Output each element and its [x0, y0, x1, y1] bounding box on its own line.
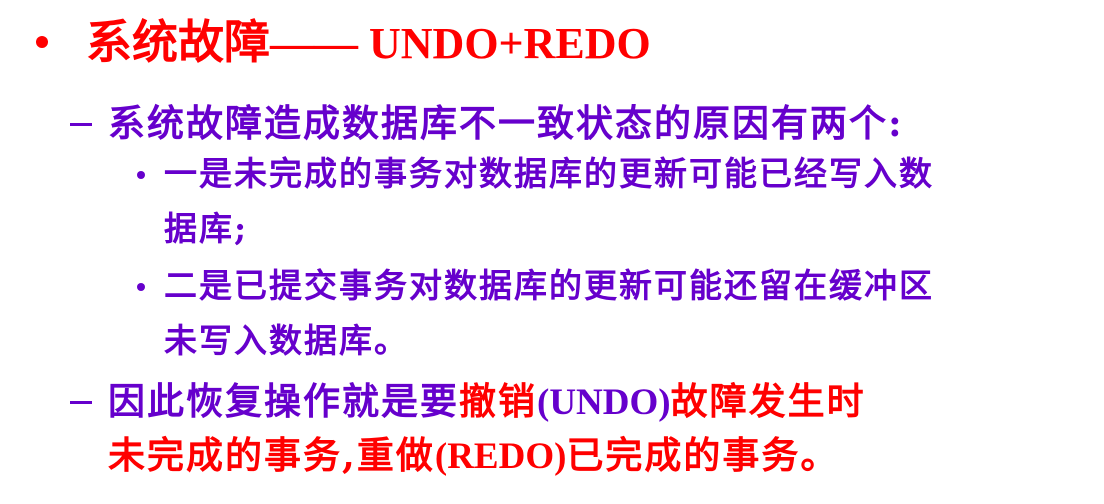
item2-line2-part2: (REDO)	[434, 436, 567, 477]
item2-line1: 因此恢复操作就是要撤销(UNDO)故障发生时	[108, 376, 866, 428]
sub2-bullet-icon	[137, 283, 145, 291]
item1-dash-icon	[70, 123, 92, 126]
item2-line2: 未完成的事务,重做(REDO)已完成的事务。	[108, 430, 839, 482]
item2-line2-part1: 未完成的事务,重做	[108, 433, 435, 477]
item2-part4: 故障发生时	[670, 379, 866, 423]
sub1-line2: 据库;	[164, 209, 249, 248]
sub1-line1: 一是未完成的事务对数据库的更新可能已经写入数	[164, 154, 934, 193]
level1-bullet-icon	[36, 36, 48, 48]
heading-chinese: 系统故障	[86, 15, 270, 69]
heading-latin: —— UNDO+REDO	[270, 19, 651, 68]
item2-dash-icon	[70, 401, 92, 404]
sub1-bullet-icon	[137, 171, 145, 179]
sub2-line1: 二是已提交事务对数据库的更新可能还留在缓冲区	[164, 266, 934, 305]
item2-part2: 撤销	[459, 379, 537, 423]
item2-part1: 因此恢复操作就是要	[108, 379, 459, 423]
slide-heading: 系统故障—— UNDO+REDO	[86, 12, 651, 74]
item2-part3: (UNDO)	[537, 382, 671, 423]
item2-line2-part3: 已完成的事务。	[566, 433, 840, 477]
sub2-line2: 未写入数据库。	[164, 321, 409, 360]
item1-text: 系统故障造成数据库不一致状态的原因有两个:	[108, 101, 904, 145]
